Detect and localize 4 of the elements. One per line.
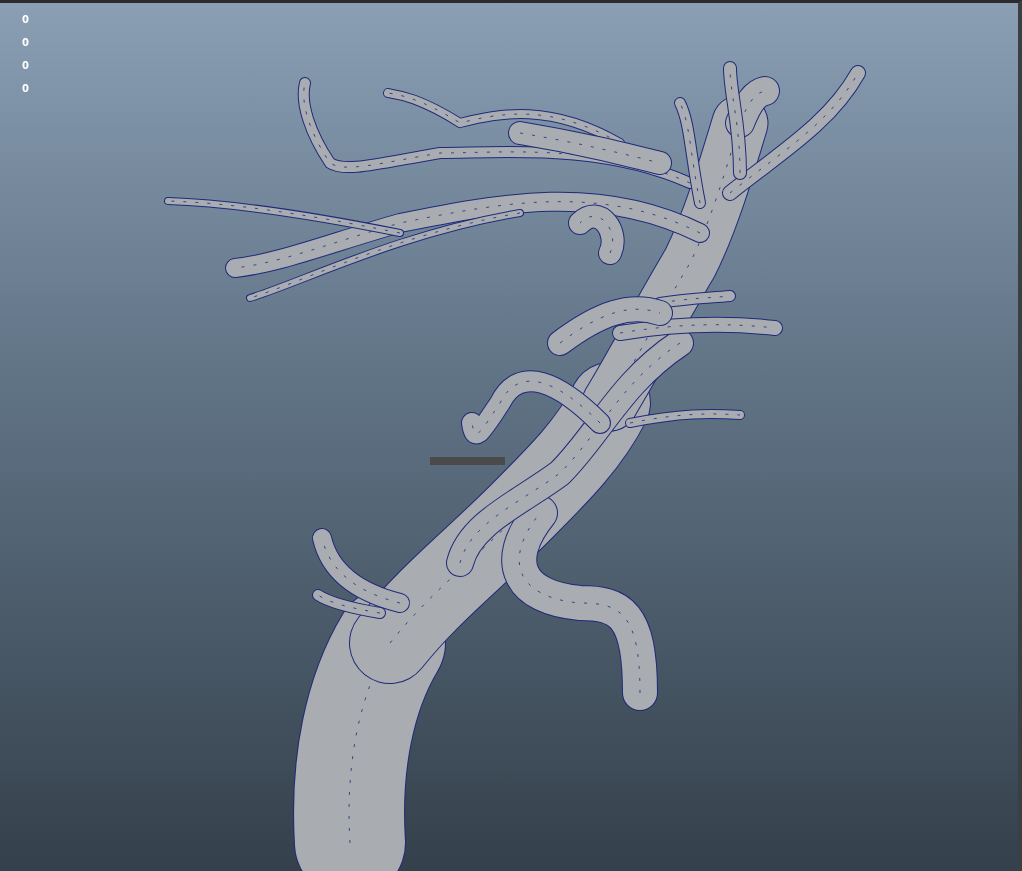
hud-value: 0 bbox=[22, 82, 29, 96]
hud-value: 0 bbox=[22, 59, 29, 73]
hud-value: 0 bbox=[22, 36, 29, 50]
hud-value: 0 bbox=[22, 13, 29, 27]
